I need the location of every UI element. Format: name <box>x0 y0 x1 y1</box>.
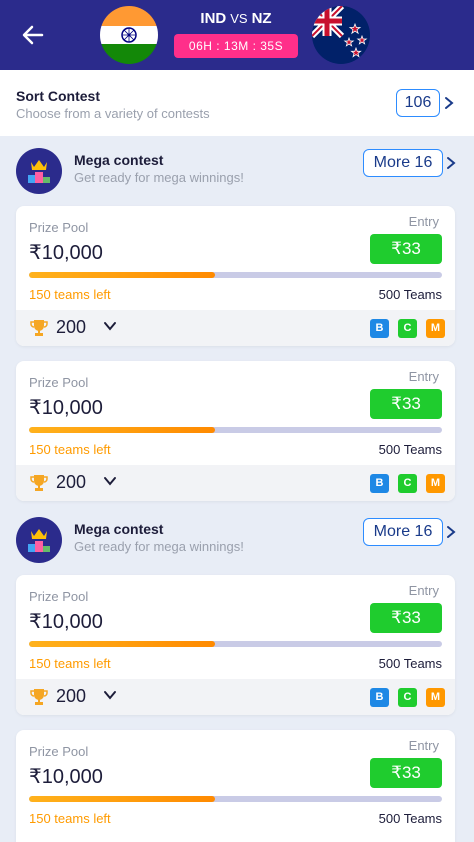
progress-fill <box>29 272 215 278</box>
india-flag-icon <box>100 6 158 64</box>
trophy-icon <box>30 689 48 705</box>
section-title: Mega contest <box>74 521 164 537</box>
sort-contest-title: Sort Contest <box>16 88 100 104</box>
chevron-right-icon[interactable] <box>445 525 457 539</box>
more-contests-button[interactable]: More 16 <box>363 149 443 177</box>
prize-pool-value: ₹10,000 <box>29 611 103 633</box>
badge-m: M <box>426 474 445 493</box>
section-subtitle: Get ready for mega winnings! <box>74 170 244 185</box>
badge-c: C <box>398 319 417 338</box>
sort-contest-row[interactable]: Sort Contest Choose from a variety of co… <box>0 70 474 136</box>
badge-m: M <box>426 319 445 338</box>
entry-fee-button[interactable]: ₹33 <box>370 389 442 419</box>
prize-pool-value: ₹10,000 <box>29 766 103 788</box>
team1-name: IND <box>200 10 227 27</box>
section-header: Mega contest Get ready for mega winnings!… <box>0 515 474 571</box>
teams-left-label: 150 teams left <box>29 811 111 826</box>
badge-b: B <box>370 688 389 707</box>
more-contests-button[interactable]: More 16 <box>363 518 443 546</box>
total-teams-label: 500 Teams <box>378 442 442 457</box>
arrow-left-icon[interactable] <box>18 20 48 50</box>
chevron-down-icon[interactable] <box>102 318 118 334</box>
prize-pool-label: Prize Pool <box>29 220 89 235</box>
chevron-down-icon[interactable] <box>102 473 118 489</box>
progress-bar <box>29 427 442 433</box>
card-footer: 200 B C M <box>16 679 455 715</box>
match-timer: 06H : 13M : 35S <box>174 34 298 58</box>
match-teams: IND VS NZ <box>174 10 298 27</box>
badge-b: B <box>370 474 389 493</box>
total-teams-label: 500 Teams <box>378 656 442 671</box>
badge-b: B <box>370 319 389 338</box>
winners-count: 200 <box>56 472 87 492</box>
entry-label: Entry <box>408 583 439 598</box>
entry-fee-button[interactable]: ₹33 <box>370 234 442 264</box>
contest-card[interactable]: Prize Pool ₹10,000 Entry ₹33 150 teams left 5… <box>16 575 455 715</box>
entry-fee-button[interactable]: ₹33 <box>370 758 442 788</box>
badge-c: C <box>398 474 417 493</box>
match-header: IND VS NZ 06H : 13M : 35S <box>0 0 474 70</box>
chevron-right-icon[interactable] <box>445 156 457 170</box>
progress-bar <box>29 796 442 802</box>
winners-count: 200 <box>56 317 87 337</box>
chevron-right-icon[interactable] <box>443 96 455 110</box>
badge-m: M <box>426 688 445 707</box>
teams-left-label: 150 teams left <box>29 656 111 671</box>
progress-fill <box>29 641 215 647</box>
card-footer: 200 B C M <box>16 465 455 501</box>
prize-pool-value: ₹10,000 <box>29 397 103 419</box>
card-footer: 200 B C M <box>16 310 455 346</box>
teams-left-label: 150 teams left <box>29 442 111 457</box>
entry-label: Entry <box>408 738 439 753</box>
contest-card[interactable]: Prize Pool ₹10,000 Entry ₹33 150 teams left 5… <box>16 206 455 346</box>
teams-left-label: 150 teams left <box>29 287 111 302</box>
progress-bar <box>29 641 442 647</box>
team2-name: NZ <box>251 10 272 27</box>
total-teams-label: 500 Teams <box>378 287 442 302</box>
sort-contest-subtitle: Choose from a variety of contests <box>16 106 210 121</box>
trophy-icon <box>30 475 48 491</box>
winners-count: 200 <box>56 686 87 706</box>
progress-fill <box>29 796 215 802</box>
new-zealand-flag-icon <box>312 6 370 64</box>
chevron-down-icon[interactable] <box>102 687 118 703</box>
badge-c: C <box>398 688 417 707</box>
progress-bar <box>29 272 442 278</box>
prize-pool-label: Prize Pool <box>29 589 89 604</box>
contest-count-button[interactable]: 106 <box>396 89 440 117</box>
entry-label: Entry <box>408 369 439 384</box>
total-teams-label: 500 Teams <box>378 811 442 826</box>
section-title: Mega contest <box>74 152 164 168</box>
progress-fill <box>29 427 215 433</box>
prize-pool-label: Prize Pool <box>29 375 89 390</box>
crown-podium-icon <box>16 148 62 194</box>
trophy-icon <box>30 320 48 336</box>
entry-fee-button[interactable]: ₹33 <box>370 603 442 633</box>
contest-card[interactable]: Prize Pool ₹10,000 Entry ₹33 150 teams left 5… <box>16 730 455 842</box>
contest-card[interactable]: Prize Pool ₹10,000 Entry ₹33 150 teams left 5… <box>16 361 455 501</box>
section-subtitle: Get ready for mega winnings! <box>74 539 244 554</box>
entry-label: Entry <box>408 214 439 229</box>
prize-pool-label: Prize Pool <box>29 744 89 759</box>
vs-label: VS <box>230 11 248 26</box>
crown-podium-icon <box>16 517 62 563</box>
prize-pool-value: ₹10,000 <box>29 242 103 264</box>
section-header: Mega contest Get ready for mega winnings!… <box>0 146 474 202</box>
